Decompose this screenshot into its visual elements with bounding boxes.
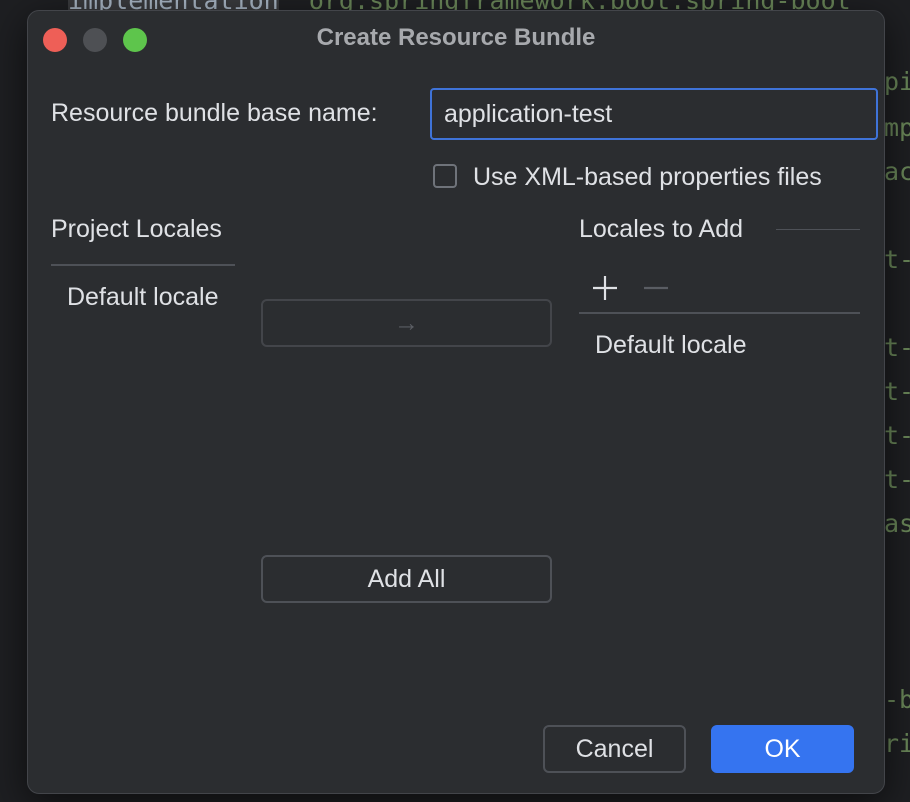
project-locales-header: Project Locales xyxy=(51,215,222,243)
locale-to-add-item[interactable]: Default locale xyxy=(595,331,746,360)
move-right-button[interactable]: → xyxy=(261,299,552,347)
code-fragment: t- xyxy=(884,333,910,362)
add-locale-button[interactable] xyxy=(590,273,620,303)
cancel-label: Cancel xyxy=(575,734,654,763)
remove-locale-button[interactable] xyxy=(641,273,671,303)
project-locale-item[interactable]: Default locale xyxy=(67,283,235,312)
add-all-label: Add All xyxy=(367,564,446,593)
project-locales-divider xyxy=(51,264,235,266)
code-fragment: mp xyxy=(884,113,910,142)
code-fragment: ri xyxy=(884,729,910,758)
ok-button[interactable]: OK xyxy=(711,725,854,773)
code-fragment: -b xyxy=(884,685,910,714)
ok-label: OK xyxy=(764,734,801,763)
add-all-button[interactable]: Add All xyxy=(261,555,552,603)
xml-properties-label[interactable]: Use XML-based properties files xyxy=(473,163,822,192)
create-resource-bundle-dialog: Create Resource Bundle Resource bundle b… xyxy=(27,10,885,794)
arrow-right-icon: → xyxy=(394,308,419,337)
code-fragment: t- xyxy=(884,377,910,406)
code-fragment: t- xyxy=(884,421,910,450)
code-fragment: t- xyxy=(884,245,910,274)
code-fragment: ac xyxy=(884,157,910,186)
cancel-button[interactable]: Cancel xyxy=(543,725,686,773)
code-fragment: as xyxy=(884,509,910,538)
dialog-title: Create Resource Bundle xyxy=(316,24,596,51)
base-name-input[interactable] xyxy=(430,88,878,140)
locales-to-add-header: Locales to Add xyxy=(579,215,744,243)
base-name-label: Resource bundle base name: xyxy=(51,99,378,127)
dialog-titlebar[interactable]: Create Resource Bundle xyxy=(28,11,884,65)
minus-icon xyxy=(644,286,668,290)
code-fragment: t- xyxy=(884,465,910,494)
locales-to-add-divider xyxy=(579,312,860,314)
xml-properties-checkbox[interactable] xyxy=(433,164,457,188)
locales-to-add-header-rule xyxy=(776,229,860,230)
code-fragment: pi xyxy=(884,67,910,96)
plus-icon xyxy=(593,276,617,300)
